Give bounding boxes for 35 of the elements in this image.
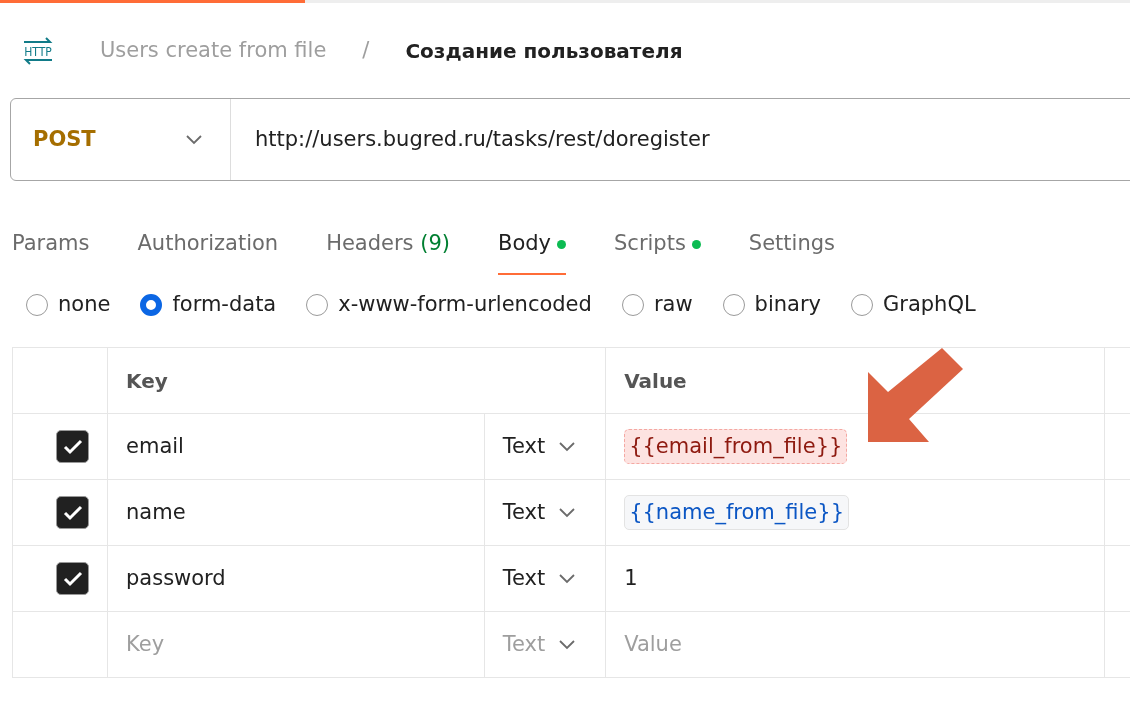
checkmark-icon [62,570,83,587]
chevron-down-icon [186,134,202,145]
key-text[interactable]: name [126,499,186,524]
url-input[interactable]: http://users.bugred.ru/tasks/rest/doregister [231,123,710,156]
body-type-radio[interactable]: raw [621,289,693,321]
request-tab[interactable]: Headers (9) [326,215,450,275]
row-checkbox[interactable] [56,562,89,595]
row-checkbox[interactable] [56,430,89,463]
unresolved-variable-tag[interactable]: {{email_from_file}} [624,428,848,465]
request-tab[interactable]: Body [498,215,566,275]
key-text[interactable]: email [126,433,184,458]
method-dropdown[interactable]: POST [11,99,231,180]
body-type-radio[interactable]: binary [722,289,821,321]
body-type-radio[interactable]: x-www-form-urlencoded [306,289,592,321]
request-tab[interactable]: Settings [748,215,835,275]
chevron-down-icon [559,573,576,584]
row-checkbox[interactable] [56,496,89,529]
request-tab[interactable]: Scripts [614,215,701,275]
chevron-down-icon [559,639,576,650]
request-tab[interactable]: Authorization [137,215,279,275]
column-header: Key [126,368,168,393]
request-name: Создание пользователя [405,37,683,65]
body-type-radio[interactable]: GraphQL [850,289,976,321]
value-text[interactable]: 1 [624,565,638,590]
request-tab[interactable]: Params [12,215,90,275]
variable-tag[interactable]: {{name_from_file}} [624,494,849,531]
breadcrumb-separator: / [362,36,370,64]
body-type-radio[interactable]: form-data [140,289,277,321]
chevron-down-icon [559,441,576,452]
chevron-down-icon [559,507,576,518]
checkmark-icon [62,438,83,455]
key-text[interactable]: password [126,565,226,590]
body-type-radio[interactable]: none [26,289,111,321]
checkmark-icon [62,504,83,521]
column-header: Value [624,368,687,393]
